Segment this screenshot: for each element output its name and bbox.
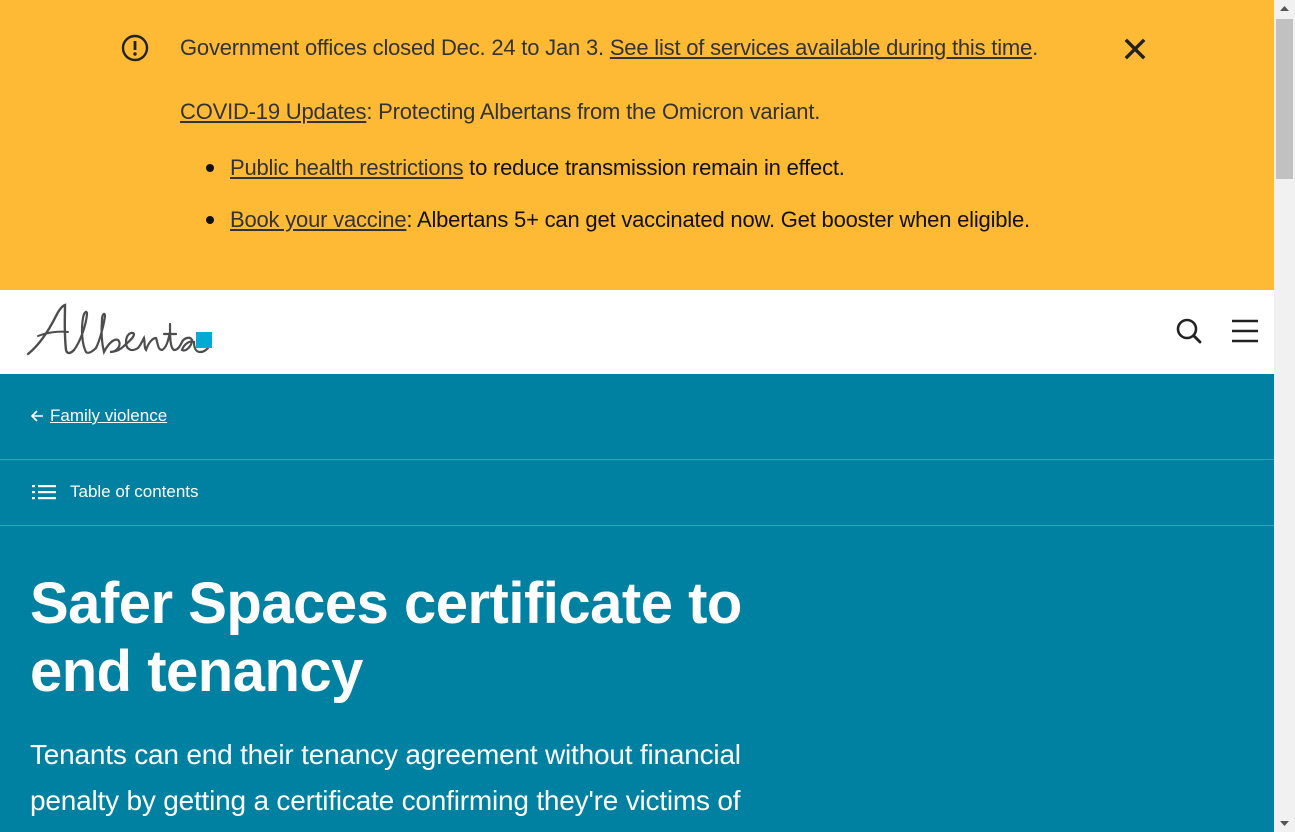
page: Government offices closed Dec. 24 to Jan…	[0, 0, 1274, 832]
divider	[0, 525, 1274, 526]
hamburger-menu-icon[interactable]	[1230, 316, 1260, 346]
bullet-icon	[206, 216, 214, 224]
book-vaccine-link[interactable]: Book your vaccine	[230, 207, 407, 232]
toc-label: Table of contents	[70, 482, 199, 501]
breadcrumb-family-violence-link[interactable]: Family violence	[50, 406, 167, 426]
office-closure-period: .	[1032, 35, 1038, 60]
scroll-down-arrow-icon[interactable]	[1274, 815, 1295, 832]
office-closure-notice: Government offices closed Dec. 24 to Jan…	[180, 35, 1038, 61]
exclamation-circle-icon	[121, 34, 149, 62]
scrollbar-thumb[interactable]	[1276, 19, 1293, 179]
alberta-logo[interactable]	[24, 302, 216, 360]
list-item: Public health restrictions to reduce tra…	[180, 142, 1030, 194]
close-icon[interactable]	[1122, 36, 1148, 62]
site-header	[0, 290, 1274, 374]
page-hero: Family violence Table of contents Safer …	[0, 374, 1274, 832]
public-health-restrictions-link[interactable]: Public health restrictions	[230, 155, 463, 180]
vertical-scrollbar[interactable]	[1274, 0, 1295, 832]
page-title: Safer Spaces certificate to end tenancy	[30, 571, 742, 704]
alert-banner: Government offices closed Dec. 24 to Jan…	[0, 0, 1274, 290]
page-lead: Tenants can end their tenancy agreement …	[30, 739, 741, 816]
list-icon	[32, 485, 56, 500]
divider	[0, 459, 1274, 460]
list-item-text: to reduce transmission remain in effect.	[463, 155, 845, 180]
scroll-up-arrow-icon[interactable]	[1274, 0, 1295, 17]
arrow-left-icon	[30, 410, 43, 422]
covid-update-notice: COVID-19 Updates: Protecting Albertans f…	[180, 99, 820, 125]
list-item-text: : Albertans 5+ can get vaccinated now. G…	[406, 207, 1030, 232]
breadcrumb: Family violence	[30, 406, 167, 426]
covid-update-text: : Protecting Albertans from the Omicron …	[366, 99, 821, 124]
search-icon[interactable]	[1174, 316, 1204, 346]
list-item: Book your vaccine: Albertans 5+ can get …	[180, 194, 1030, 246]
covid-updates-link[interactable]: COVID-19 Updates	[180, 99, 367, 124]
covid-bullet-list: Public health restrictions to reduce tra…	[180, 142, 1030, 246]
office-closure-text: Government offices closed Dec. 24 to Jan…	[180, 35, 610, 60]
table-of-contents-toggle[interactable]: Table of contents	[32, 482, 199, 502]
bullet-icon	[206, 164, 214, 172]
services-list-link[interactable]: See list of services available during th…	[610, 35, 1032, 60]
